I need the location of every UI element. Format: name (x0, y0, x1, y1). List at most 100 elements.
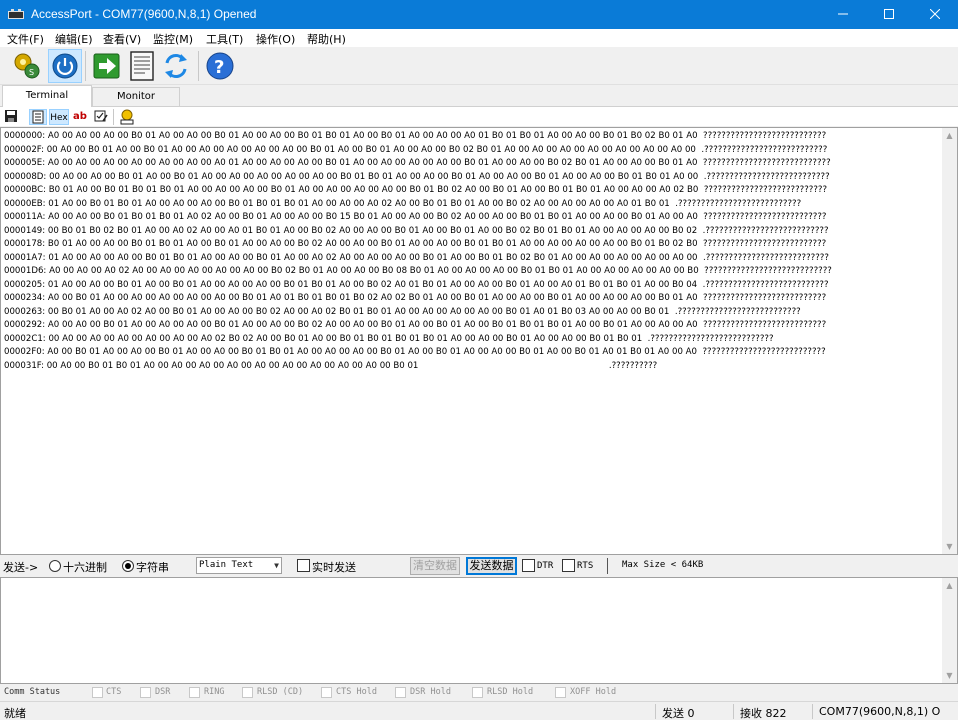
status-separator (733, 704, 734, 719)
rts-checkbox[interactable] (562, 559, 575, 572)
gear-connect-icon[interactable]: S (10, 49, 44, 83)
send-label: 发送-> (3, 561, 39, 574)
clear-data-button[interactable]: 清空数据 (410, 557, 460, 575)
status-indicator (321, 687, 332, 698)
comm-status-bar: Comm Status CTS DSR RING RLSD (CD) CTS H… (0, 685, 958, 700)
line-ascii: .??????????????????????????? (703, 171, 830, 182)
format-select-value: Plain Text (199, 560, 254, 570)
radio-string[interactable] (122, 560, 134, 572)
refresh-icon[interactable] (159, 49, 193, 83)
scroll-down-icon[interactable]: ▼ (942, 668, 957, 683)
terminal-line: 0000000: A0 00 A0 00 A0 00 B0 01 A0 00 A… (4, 130, 942, 144)
document-icon[interactable] (125, 49, 159, 83)
menu-operate[interactable]: 操作(O) (256, 31, 295, 47)
line-ascii: ???????????????????????????? (704, 266, 832, 276)
realtime-send-label[interactable]: 实时发送 (312, 559, 356, 575)
line-ascii: .??????????????????????????? (647, 333, 774, 344)
max-size-label: Max Size < 64KB (622, 560, 704, 570)
app-icon (8, 9, 24, 19)
line-address: 000005E: (4, 158, 46, 168)
scroll-up-icon[interactable]: ▲ (942, 578, 957, 593)
send-textarea[interactable]: ▲ ▼ (0, 577, 958, 684)
maximize-button[interactable] (866, 0, 912, 29)
terminal-line: 00001D6: A0 00 A0 00 A0 02 A0 00 A0 00 A… (4, 265, 942, 279)
dtr-label[interactable]: DTR (537, 561, 553, 571)
help-icon[interactable]: ? (203, 49, 237, 83)
svg-text:S: S (29, 68, 34, 77)
status-rlsd-hold: RLSD Hold (487, 687, 534, 697)
status-cts: CTS (106, 687, 122, 697)
line-ascii: ??????????????????????????? (703, 131, 827, 141)
window-title: AccessPort - COM77(9600,N,8,1) Opened (31, 7, 257, 21)
line-address: 0000178: (4, 239, 46, 249)
scroll-up-icon[interactable]: ▲ (942, 128, 957, 143)
format-select[interactable]: Plain Text ▼ (196, 557, 282, 574)
menu-bar: 文件(F) 编辑(E) 查看(V) 监控(M) 工具(T) 操作(O) 帮助(H… (0, 29, 958, 47)
terminal-line: 0000178: B0 01 A0 00 A0 00 B0 01 B0 01 A… (4, 238, 942, 252)
line-hex: A0 00 A0 00 A0 00 A0 00 A0 00 A0 00 A0 0… (47, 158, 698, 168)
menu-file[interactable]: 文件(F) (7, 31, 44, 47)
save-icon[interactable] (3, 109, 19, 125)
toolbar-separator (198, 51, 199, 81)
terminal-toolbar: Hex ab (0, 106, 958, 126)
line-hex: B0 01 A0 00 A0 00 B0 01 B0 01 A0 00 B0 0… (47, 239, 698, 249)
status-ready: 就绪 (4, 707, 26, 720)
line-address: 0000149: (4, 225, 46, 236)
chevron-down-icon: ▼ (274, 561, 279, 570)
send-scrollbar[interactable]: ▲ ▼ (942, 578, 957, 683)
status-separator (655, 704, 656, 719)
terminal-line: 000011A: A0 00 A0 00 B0 01 B0 01 B0 01 A… (4, 211, 942, 225)
scroll-down-icon[interactable]: ▼ (942, 539, 957, 554)
line-address: 000031F: (4, 360, 44, 371)
menu-help[interactable]: 帮助(H) (307, 31, 346, 47)
menu-tools[interactable]: 工具(T) (206, 31, 243, 47)
minimize-button[interactable] (820, 0, 866, 29)
line-address: 0000000: (4, 131, 46, 141)
terminal-line: 00000BC: B0 01 A0 00 B0 01 B0 01 B0 01 A… (4, 184, 942, 198)
line-hex: B0 01 A0 00 B0 01 B0 01 B0 01 A0 00 A0 0… (48, 185, 699, 195)
clear-icon[interactable] (118, 109, 136, 125)
line-ascii: .??????????????????????????? (674, 306, 801, 317)
status-sent: 发送 0 (662, 707, 695, 720)
menu-monitor[interactable]: 监控(M) (153, 31, 193, 47)
send-controls: 发送-> 十六进制 字符串 Plain Text ▼ 实时发送 清空数据 发送数… (0, 556, 958, 576)
terminal-line: 0000149: 00 B0 01 B0 02 B0 01 A0 00 A0 0… (4, 225, 942, 239)
hex-view-button[interactable]: Hex (49, 109, 69, 125)
status-indicator (140, 687, 151, 698)
line-hex: A0 00 B0 01 A0 00 A0 00 A0 00 A0 00 A0 0… (47, 293, 698, 303)
status-dsr: DSR (155, 687, 171, 697)
close-button[interactable] (912, 0, 958, 29)
terminal-output[interactable]: 0000000: A0 00 A0 00 A0 00 B0 01 A0 00 A… (0, 127, 958, 555)
radio-string-label[interactable]: 字符串 (136, 559, 169, 575)
status-bar: 就绪 发送 0 接收 822 COM77(9600,N,8,1) O (0, 701, 958, 720)
line-ascii: ??????????????????????????? (703, 185, 828, 195)
terminal-scrollbar[interactable]: ▲ ▼ (942, 128, 957, 554)
status-indicator (395, 687, 406, 698)
line-address: 00001D6: (4, 266, 47, 276)
terminal-line: 00001A7: 01 A0 00 A0 00 A0 00 B0 01 B0 0… (4, 252, 942, 266)
green-arrow-icon[interactable] (90, 49, 124, 83)
tab-monitor[interactable]: Monitor (92, 87, 180, 106)
radio-hex[interactable] (49, 560, 61, 572)
edit-check-icon[interactable] (93, 109, 109, 125)
toolbar: S ? (0, 47, 958, 85)
text-view-icon[interactable] (29, 109, 47, 125)
dtr-checkbox[interactable] (522, 559, 535, 572)
radio-hex-label[interactable]: 十六进制 (63, 559, 107, 575)
status-indicator (92, 687, 103, 698)
ab-button[interactable]: ab (72, 109, 88, 125)
menu-edit[interactable]: 编辑(E) (55, 31, 93, 47)
terminal-line: 00000EB: 01 A0 00 B0 01 B0 01 A0 00 A0 0… (4, 198, 942, 212)
rts-label[interactable]: RTS (577, 561, 593, 571)
power-icon[interactable] (48, 49, 82, 83)
line-hex: 01 A0 00 A0 00 B0 01 A0 00 B0 01 A0 00 A… (47, 279, 698, 290)
realtime-send-checkbox[interactable] (297, 559, 310, 572)
tab-terminal[interactable]: Terminal (2, 85, 92, 107)
line-address: 00001A7: (4, 252, 46, 263)
title-bar: AccessPort - COM77(9600,N,8,1) Opened (0, 0, 958, 29)
menu-view[interactable]: 查看(V) (103, 31, 141, 47)
status-rlsd: RLSD (CD) (257, 687, 304, 697)
send-data-button[interactable]: 发送数据 (466, 557, 517, 575)
terminal-line: 00002C1: 00 A0 00 A0 00 A0 00 A0 00 A0 0… (4, 333, 942, 347)
terminal-line: 00002F0: A0 00 B0 01 A0 00 A0 00 B0 01 A… (4, 346, 942, 360)
